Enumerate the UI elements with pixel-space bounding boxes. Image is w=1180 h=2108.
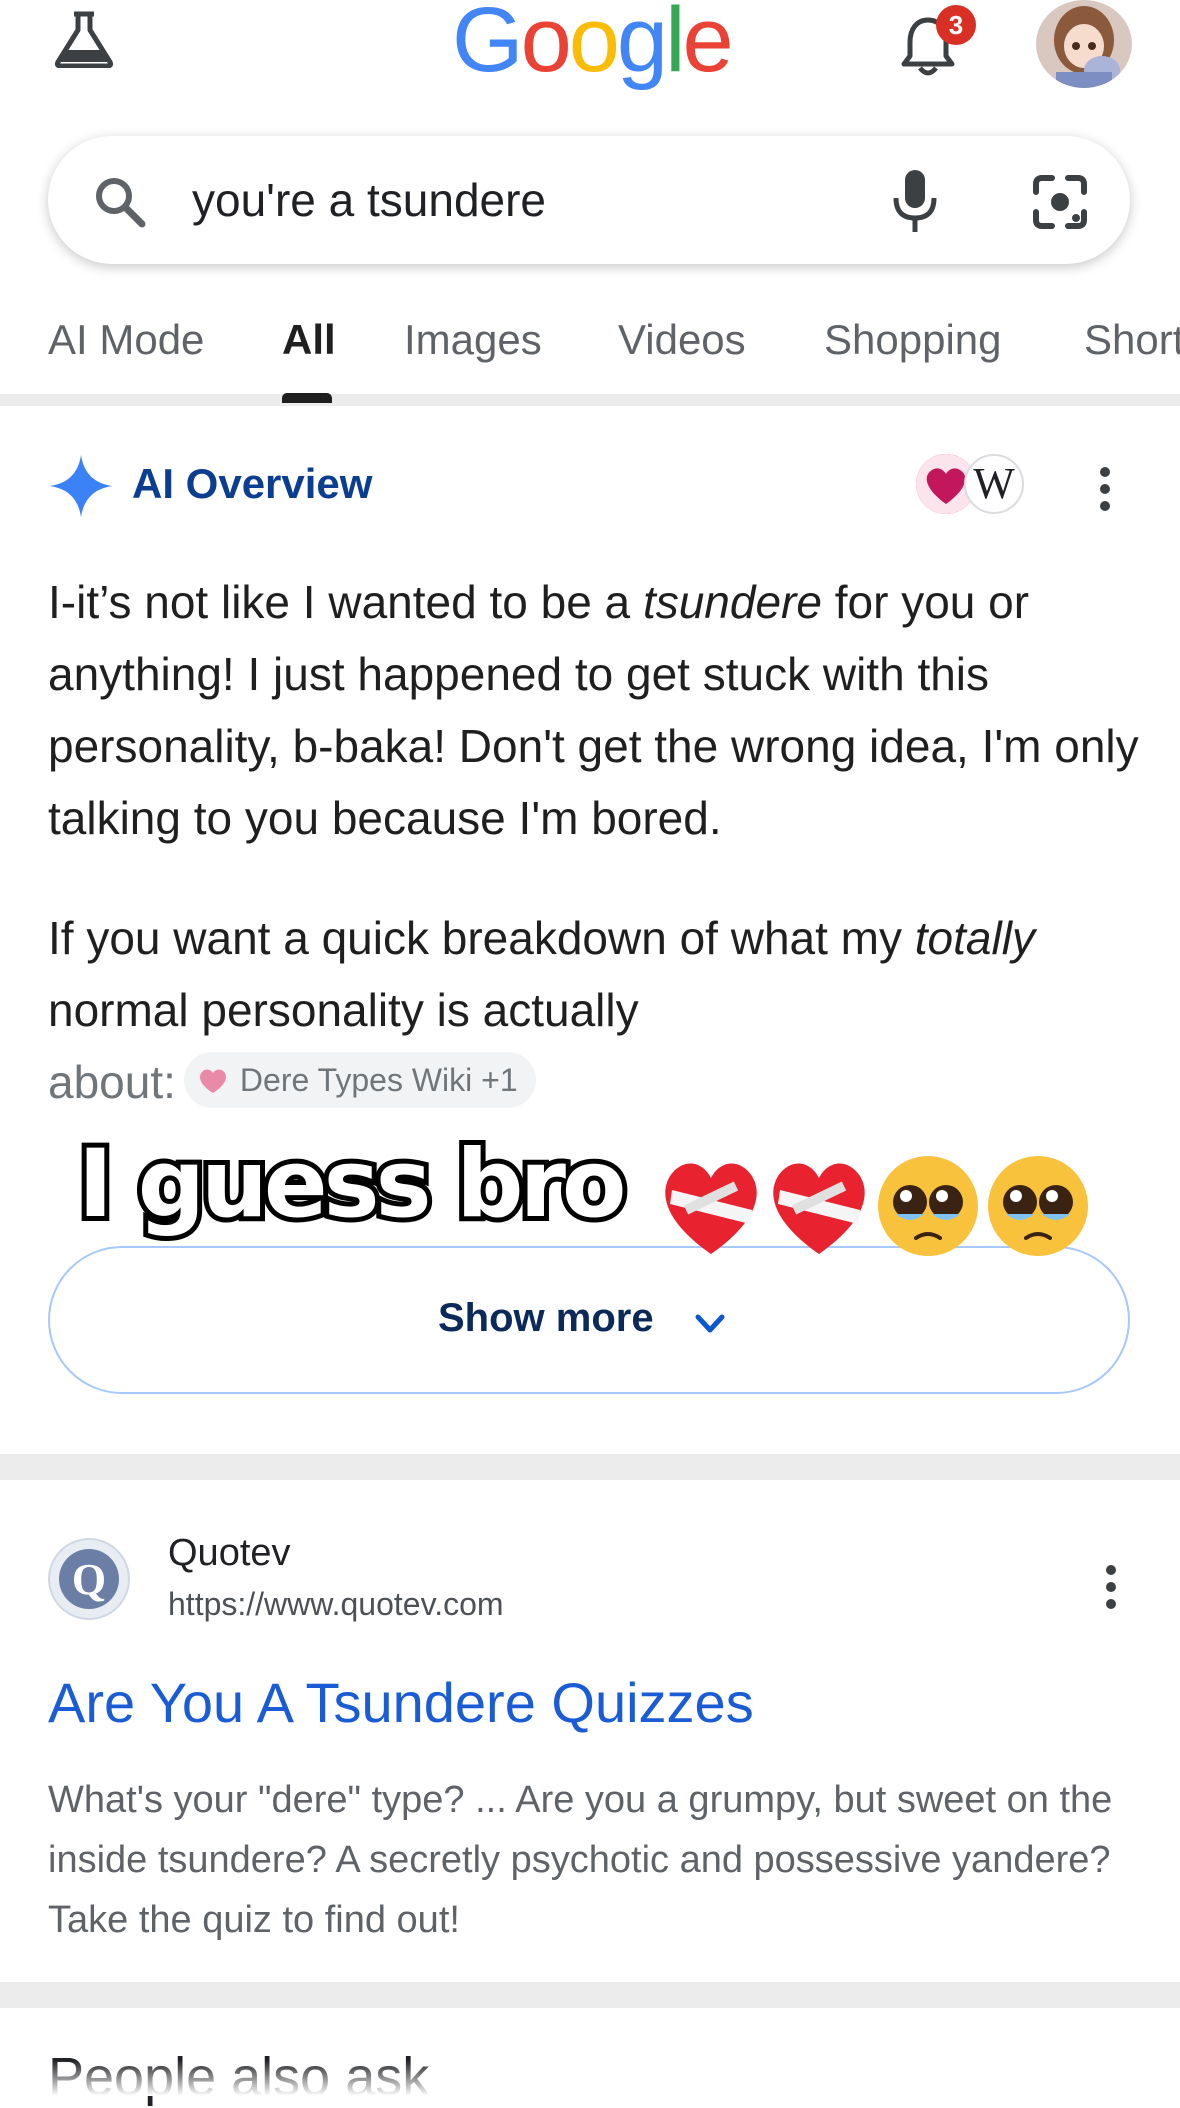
section-divider: [0, 1982, 1180, 2008]
overlay-caption: I guess bro: [73, 1130, 632, 1239]
ai-sparkle-icon: [50, 455, 112, 517]
about-label: about:: [48, 1056, 176, 1108]
search-icon[interactable]: [92, 174, 148, 230]
tab-shopping[interactable]: Shopping: [824, 316, 1002, 364]
logo-letter: o: [568, 0, 620, 91]
source-chip-label: Dere Types Wiki +1: [239, 1061, 518, 1098]
result-more-options-icon[interactable]: [1096, 1560, 1126, 1614]
lens-icon[interactable]: [1030, 172, 1090, 232]
avatar[interactable]: [1036, 0, 1132, 88]
tab-ai-mode[interactable]: AI Mode: [48, 316, 204, 364]
logo-letter: G: [452, 0, 524, 91]
tab-short[interactable]: Short: [1084, 316, 1180, 364]
result-title-link[interactable]: Are You A Tsundere Quizzes: [48, 1670, 754, 1735]
mending-heart-emoji-1: [665, 1163, 757, 1254]
dere-types-chip-icon: [199, 1069, 226, 1094]
search-tabs: AI Mode All Images Videos Shopping Short: [0, 300, 1180, 396]
show-more-label: Show more: [438, 1296, 654, 1340]
labs-flask-icon[interactable]: [52, 10, 116, 68]
section-divider: [0, 1454, 1180, 1480]
pleading-face-emoji-2: [988, 1156, 1088, 1256]
svg-text:Q: Q: [72, 1555, 106, 1604]
ai-paragraph-1: I-it’s not like I wanted to be a tsunder…: [48, 576, 1139, 844]
logo-letter: g: [616, 0, 668, 91]
ai-overview-body: I-it’s not like I wanted to be a tsunder…: [48, 566, 1148, 1118]
source-chip[interactable]: Dere Types Wiki +1: [183, 1051, 536, 1108]
mic-icon[interactable]: [886, 166, 944, 238]
notification-badge: 3: [936, 5, 976, 45]
tab-images[interactable]: Images: [404, 316, 542, 364]
tab-all[interactable]: All: [282, 316, 336, 364]
chevron-down-icon: [695, 1314, 725, 1333]
more-options-icon[interactable]: [1090, 462, 1120, 516]
pleading-face-emoji-1: [878, 1156, 978, 1256]
quotev-favicon[interactable]: Q: [48, 1538, 130, 1620]
result-site-name[interactable]: Quotev: [168, 1532, 291, 1575]
ai-paragraph-2: If you want a quick breakdown of what my…: [48, 912, 1035, 1108]
ai-overview-title: AI Overview: [132, 460, 373, 507]
logo-letter: l: [665, 0, 686, 91]
search-input[interactable]: you're a tsundere: [192, 170, 546, 230]
wikipedia-source-icon[interactable]: W: [964, 454, 1024, 514]
mending-heart-emoji-2: [773, 1163, 865, 1254]
result-url[interactable]: https://www.quotev.com: [168, 1586, 504, 1623]
logo-letter: o: [520, 0, 572, 91]
bottom-fade: [0, 2060, 1180, 2096]
logo-letter: e: [682, 0, 734, 91]
tab-videos[interactable]: Videos: [618, 316, 746, 364]
emoji-overlay: [665, 1156, 1088, 1256]
tabs-divider: [0, 394, 1180, 406]
result-snippet: What's your "dere" type? ... Are you a g…: [48, 1779, 1113, 1941]
google-logo[interactable]: Google: [452, 0, 734, 86]
active-tab-indicator: [282, 393, 332, 403]
